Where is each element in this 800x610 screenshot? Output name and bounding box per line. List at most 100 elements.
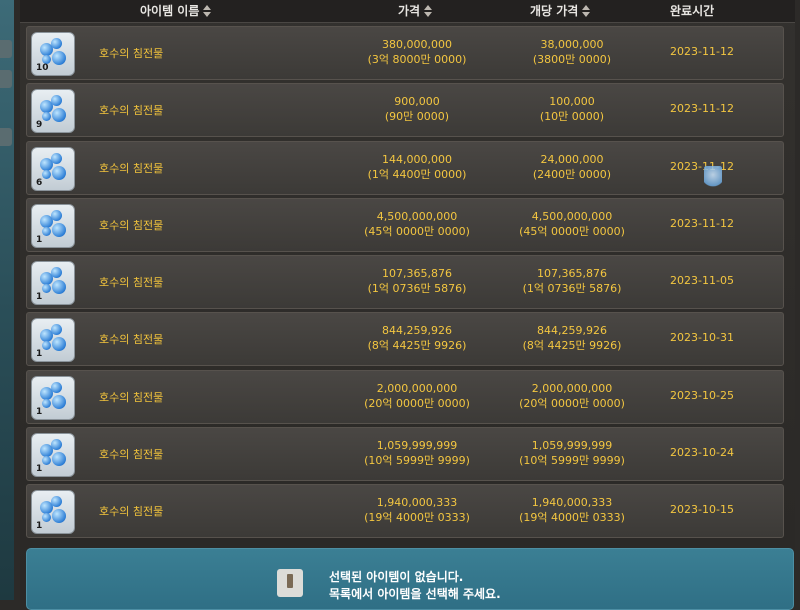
table-row[interactable]: 9 호수의 침전물 900,000 (90만 0000) 100,000 (10… — [26, 83, 784, 138]
price-korean: (3억 8000만 0000) — [367, 53, 467, 66]
unit-price-cell: 1,059,999,999 (10억 5999만 9999) — [497, 438, 647, 468]
unit-price-value: 1,940,000,333 — [531, 496, 613, 510]
item-name: 호수의 침전물 — [99, 276, 164, 290]
edge-tab — [0, 128, 12, 146]
price-value: 2,000,000,000 — [376, 381, 458, 395]
table-row[interactable]: 1 호수의 침전물 1,940,000,333 (19억 4000만 0333)… — [26, 484, 784, 539]
unit-price-value: 107,365,876 — [537, 267, 607, 281]
unit-price-cell: 1,940,000,333 (19억 4000만 0333) — [497, 495, 647, 525]
unit-price-korean: (19억 4000만 0333) — [519, 511, 625, 525]
price-korean: (45억 0000만 0000) — [364, 224, 470, 238]
table-row[interactable]: 1 호수의 침전물 107,365,876 (1억 0736만 5876) 10… — [26, 255, 784, 310]
item-name: 호수의 침전물 — [99, 161, 164, 175]
history-list: 10 호수의 침전물 380,000,000 (3억 8000만 0000) 3… — [26, 26, 784, 542]
unit-price-value: 2,000,000,000 — [531, 381, 613, 395]
unit-price-cell: 2,000,000,000 (20억 0000만 0000) — [497, 381, 647, 411]
price-cell: 900,000 (90만 0000) — [337, 94, 497, 124]
table-row[interactable]: 1 호수의 침전물 1,059,999,999 (10억 5999만 9999)… — [26, 427, 784, 482]
table-row[interactable]: 1 호수의 침전물 844,259,926 (8억 4425만 9926) 84… — [26, 312, 784, 367]
complete-date: 2023-11-05 — [670, 274, 734, 288]
item-quantity: 1 — [36, 406, 43, 417]
unit-price-value: 24,000,000 — [540, 152, 604, 166]
sort-icon — [203, 5, 212, 17]
price-cell: 1,059,999,999 (10억 5999만 9999) — [337, 438, 497, 468]
unit-price-cell: 38,000,000 (3800만 0000) — [497, 37, 647, 67]
complete-date: 2023-11-12 — [670, 216, 734, 230]
unit-price-cell: 107,365,876 (1억 0736만 5876) — [497, 266, 647, 296]
price-korean: (10억 5999만 9999) — [364, 454, 470, 468]
item-quantity: 1 — [36, 521, 43, 532]
table-row[interactable]: 1 호수의 침전물 2,000,000,000 (20억 0000만 0000)… — [26, 369, 784, 424]
header-unit-price[interactable]: 개당 가격 — [530, 3, 591, 19]
unit-price-korean: (20억 0000만 0000) — [519, 396, 625, 410]
unit-price-cell: 4,500,000,000 (45억 0000만 0000) — [497, 209, 647, 239]
item-name: 호수의 침전물 — [99, 390, 164, 404]
header-price[interactable]: 가격 — [398, 3, 433, 19]
edge-tab — [0, 70, 12, 88]
item-name: 호수의 침전물 — [99, 104, 164, 118]
unit-price-cell: 844,259,926 (8억 4425만 9926) — [497, 323, 647, 353]
unit-price-cell: 24,000,000 (2400만 0000) — [497, 152, 647, 182]
price-korean: (20억 0000만 0000) — [364, 396, 470, 410]
price-korean: (19억 4000만 0333) — [364, 511, 470, 525]
complete-date: 2023-10-25 — [670, 388, 734, 402]
water-bubbles-icon: 1 — [31, 490, 75, 535]
unit-price-korean: (8억 4425만 9926) — [522, 339, 622, 353]
header-item-name[interactable]: 아이템 이름 — [140, 3, 212, 19]
price-cell: 844,259,926 (8억 4425만 9926) — [337, 323, 497, 353]
unit-price-value: 100,000 — [549, 95, 595, 109]
table-row[interactable]: 10 호수의 침전물 380,000,000 (3억 8000만 0000) 3… — [26, 26, 784, 80]
item-name: 호수의 침전물 — [99, 333, 164, 347]
selection-info-panel: 선택된 아이템이 없습니다. 목록에서 아이템을 선택해 주세요. — [26, 548, 794, 610]
unit-price-korean: (45억 0000만 0000) — [519, 224, 625, 238]
unit-price-korean: (3800만 0000) — [532, 53, 612, 66]
table-row[interactable]: 1 호수의 침전물 4,500,000,000 (45억 0000만 0000)… — [26, 197, 784, 252]
complete-date: 2023-11-12 — [670, 159, 734, 173]
water-bubbles-icon: 1 — [31, 203, 75, 248]
price-cell: 144,000,000 (1억 4400만 0000) — [337, 152, 497, 182]
price-korean: (1억 4400만 0000) — [367, 167, 467, 181]
price-cell: 1,940,000,333 (19억 4000만 0333) — [337, 495, 497, 525]
price-value: 1,059,999,999 — [376, 439, 458, 453]
unit-price-korean: (10만 0000) — [539, 110, 605, 124]
item-name: 호수의 침전물 — [99, 218, 164, 232]
header-complete-time[interactable]: 완료시간 — [670, 3, 714, 19]
water-bubbles-icon: 1 — [31, 318, 75, 363]
sort-icon — [582, 5, 591, 17]
water-bubbles-icon: 1 — [31, 375, 75, 420]
price-value: 1,940,000,333 — [376, 496, 458, 510]
price-value: 107,365,876 — [382, 267, 452, 281]
price-value: 844,259,926 — [382, 324, 452, 338]
water-bubbles-icon: 1 — [31, 433, 75, 478]
price-value: 900,000 — [394, 95, 440, 109]
item-quantity: 9 — [36, 120, 43, 131]
complete-date: 2023-10-31 — [670, 331, 734, 345]
price-korean: (90만 0000) — [384, 110, 450, 124]
unit-price-value: 4,500,000,000 — [531, 209, 613, 223]
price-cell: 107,365,876 (1억 0736만 5876) — [337, 266, 497, 296]
item-quantity: 1 — [36, 292, 43, 303]
price-cell: 2,000,000,000 (20억 0000만 0000) — [337, 381, 497, 411]
complete-date: 2023-10-24 — [670, 446, 734, 460]
table-row[interactable]: 6 호수의 침전물 144,000,000 (1억 4400만 0000) 24… — [26, 140, 784, 195]
water-bubbles-icon: 6 — [31, 146, 75, 191]
water-bubbles-icon: 10 — [31, 32, 75, 76]
price-value: 144,000,000 — [382, 152, 452, 166]
item-quantity: 1 — [36, 464, 43, 475]
unit-price-value: 1,059,999,999 — [531, 439, 613, 453]
price-korean: (1억 0736만 5876) — [367, 282, 467, 296]
complete-date: 2023-11-12 — [670, 45, 734, 58]
left-window-edge — [0, 0, 14, 600]
unit-price-korean: (2400만 0000) — [532, 167, 612, 181]
unit-price-value: 844,259,926 — [537, 324, 607, 338]
water-bubbles-icon: 1 — [31, 261, 75, 306]
box-info-icon — [277, 569, 303, 597]
item-quantity: 1 — [36, 234, 43, 245]
unit-price-korean: (1억 0736만 5876) — [522, 282, 622, 296]
price-cell: 380,000,000 (3억 8000만 0000) — [337, 37, 497, 67]
unit-price-korean: (10억 5999만 9999) — [519, 454, 625, 468]
complete-date: 2023-11-12 — [670, 102, 734, 116]
mouse-cursor-icon — [704, 166, 722, 188]
price-value: 4,500,000,000 — [376, 209, 458, 223]
edge-tab — [0, 40, 12, 58]
